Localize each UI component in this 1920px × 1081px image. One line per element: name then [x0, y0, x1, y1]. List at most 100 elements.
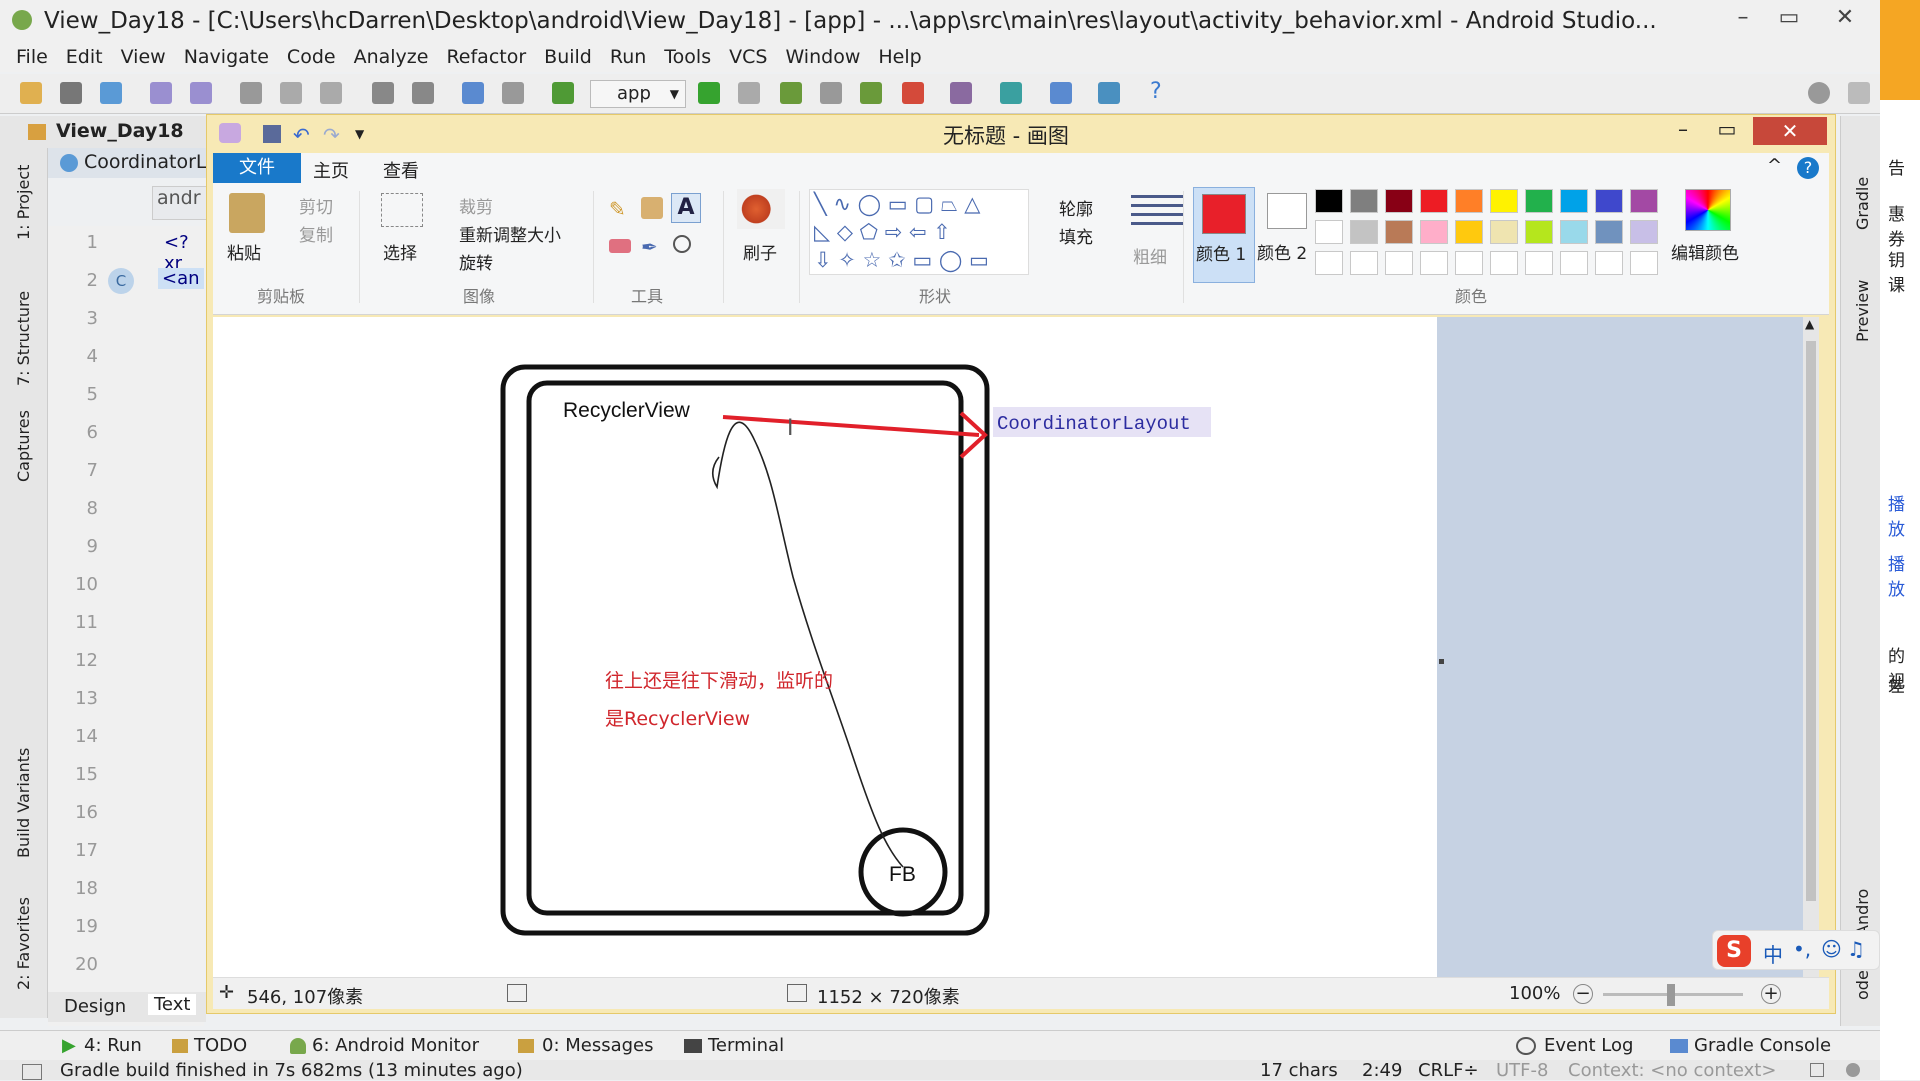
palette-swatch[interactable]	[1490, 189, 1518, 213]
scroll-up-icon[interactable]: ▲	[1805, 317, 1814, 331]
size-button[interactable]: 粗细	[1133, 243, 1167, 268]
tab-file[interactable]: 文件	[213, 153, 301, 183]
palette-swatch[interactable]	[1420, 189, 1448, 213]
color-picker-icon[interactable]: ✒	[641, 235, 658, 259]
palette-swatch[interactable]	[1420, 251, 1448, 275]
palette-swatch[interactable]	[1350, 220, 1378, 244]
tool-favorites[interactable]: 2: Favorites	[14, 897, 33, 990]
zoom-slider[interactable]	[1603, 984, 1743, 1006]
scrollbar-thumb[interactable]	[1806, 341, 1816, 901]
palette-swatch[interactable]	[1560, 251, 1588, 275]
edit-colors-icon[interactable]	[1685, 189, 1731, 231]
tool-structure[interactable]: 7: Structure	[14, 291, 33, 386]
tool-build-variants[interactable]: Build Variants	[14, 748, 33, 858]
make-project-icon[interactable]	[552, 82, 574, 104]
paste-icon[interactable]	[320, 82, 342, 104]
tab-view[interactable]: 查看	[383, 157, 419, 183]
copy-button[interactable]: 复制	[299, 221, 333, 246]
status-line-separator[interactable]: CRLF÷	[1418, 1060, 1479, 1081]
ime-emoji-icon[interactable]: ☺	[1821, 937, 1842, 961]
resize-button[interactable]: 重新调整大小	[459, 221, 561, 246]
pencil-icon[interactable]: ✎	[609, 197, 631, 221]
maximize-button[interactable]: ▭	[1760, 0, 1818, 38]
palette-swatch[interactable]	[1630, 251, 1658, 275]
palette-swatch[interactable]	[1560, 189, 1588, 213]
tool-gradle[interactable]: Gradle	[1853, 177, 1872, 230]
palette-swatch[interactable]	[1385, 220, 1413, 244]
fill-button[interactable]: 填充	[1059, 223, 1093, 248]
design-tab[interactable]: Design	[64, 996, 126, 1017]
tool-project[interactable]: 1: Project	[14, 165, 33, 240]
zoom-out-button[interactable]: −	[1573, 984, 1593, 1004]
eraser-icon[interactable]	[609, 239, 631, 253]
drawing-canvas[interactable]: RecyclerView CoordinatorLayout 往上还是往下滑动，…	[213, 317, 1437, 977]
tool-messages[interactable]: 0: Messages	[542, 1035, 654, 1056]
menu-build[interactable]: Build	[544, 46, 592, 68]
sdk-manager-icon[interactable]	[1098, 82, 1120, 104]
fragment[interactable]: 播放	[1888, 550, 1920, 600]
quick-access-dropdown-icon[interactable]: ▼	[355, 127, 364, 141]
crop-button[interactable]: 裁剪	[459, 193, 493, 218]
status-encoding[interactable]: UTF-8	[1496, 1060, 1548, 1081]
fill-icon[interactable]	[641, 197, 663, 219]
paste-icon[interactable]	[229, 193, 265, 233]
user-icon[interactable]	[1848, 82, 1870, 104]
search-everywhere-icon[interactable]	[1808, 82, 1830, 104]
quick-save-icon[interactable]	[263, 125, 281, 143]
color2-label[interactable]: 颜色 2	[1257, 239, 1307, 264]
status-toggle-icon[interactable]	[22, 1064, 42, 1080]
vertical-scrollbar[interactable]: ▲	[1803, 317, 1819, 977]
undo-icon[interactable]	[150, 82, 172, 104]
menu-file[interactable]: File	[16, 46, 48, 68]
text-tab[interactable]: Text	[148, 994, 197, 1015]
sync-icon[interactable]	[100, 82, 122, 104]
zoom-in-button[interactable]: +	[1761, 984, 1781, 1004]
run-icon[interactable]	[698, 82, 720, 104]
quick-redo-icon[interactable]: ↷	[323, 123, 340, 147]
palette-swatch[interactable]	[1490, 220, 1518, 244]
select-icon[interactable]	[381, 193, 423, 227]
cut-button[interactable]: 剪切	[299, 193, 333, 218]
close-button[interactable]: ✕	[1816, 0, 1874, 38]
menu-code[interactable]: Code	[287, 46, 336, 68]
brush-button[interactable]: 刷子	[743, 239, 777, 264]
tool-run[interactable]: 4: Run	[84, 1035, 142, 1056]
redo-icon[interactable]	[190, 82, 212, 104]
find-icon[interactable]	[372, 82, 394, 104]
palette-swatch[interactable]	[1560, 220, 1588, 244]
menu-tools[interactable]: Tools	[664, 46, 711, 68]
cut-icon[interactable]	[240, 82, 262, 104]
menu-view[interactable]: View	[121, 46, 166, 68]
outline-button[interactable]: 轮廓	[1059, 195, 1093, 220]
palette-swatch[interactable]	[1350, 251, 1378, 275]
tab-home[interactable]: 主页	[313, 157, 349, 183]
stop-icon[interactable]	[902, 82, 924, 104]
palette-swatch[interactable]	[1455, 189, 1483, 213]
menu-refactor[interactable]: Refactor	[446, 46, 526, 68]
palette-swatch[interactable]	[1595, 251, 1623, 275]
color2-swatch[interactable]	[1267, 193, 1307, 229]
tool-model[interactable]: odel	[1853, 966, 1872, 1000]
instant-run-icon[interactable]	[738, 82, 760, 104]
ime-toolbar[interactable]: S 中 •, ☺ ♫	[1712, 930, 1880, 970]
canvas-resize-handle[interactable]	[1439, 659, 1444, 664]
size-lines-icon[interactable]	[1131, 195, 1183, 231]
zoom-slider-thumb[interactable]	[1667, 984, 1675, 1006]
palette-swatch[interactable]	[1315, 189, 1343, 213]
help-icon[interactable]: ?	[1150, 81, 1172, 104]
profile-icon[interactable]	[820, 82, 842, 104]
menu-navigate[interactable]: Navigate	[184, 46, 269, 68]
run-config-select[interactable]: app ▼	[590, 80, 686, 108]
rotate-button[interactable]: 旋转	[459, 249, 493, 274]
palette-swatch[interactable]	[1315, 251, 1343, 275]
ribbon-collapse-icon[interactable]: ^	[1767, 155, 1782, 176]
palette-swatch[interactable]	[1525, 251, 1553, 275]
save-icon[interactable]	[60, 82, 82, 104]
editor-tab-coordinator[interactable]: CoordinatorL	[84, 151, 207, 173]
avd-manager-icon[interactable]	[950, 82, 972, 104]
magnifier-icon[interactable]	[673, 235, 691, 253]
palette-swatch[interactable]	[1420, 220, 1448, 244]
breadcrumb-project[interactable]: View_Day18	[56, 120, 184, 142]
palette-swatch[interactable]	[1385, 189, 1413, 213]
tool-event-log[interactable]: Event Log	[1544, 1035, 1633, 1056]
